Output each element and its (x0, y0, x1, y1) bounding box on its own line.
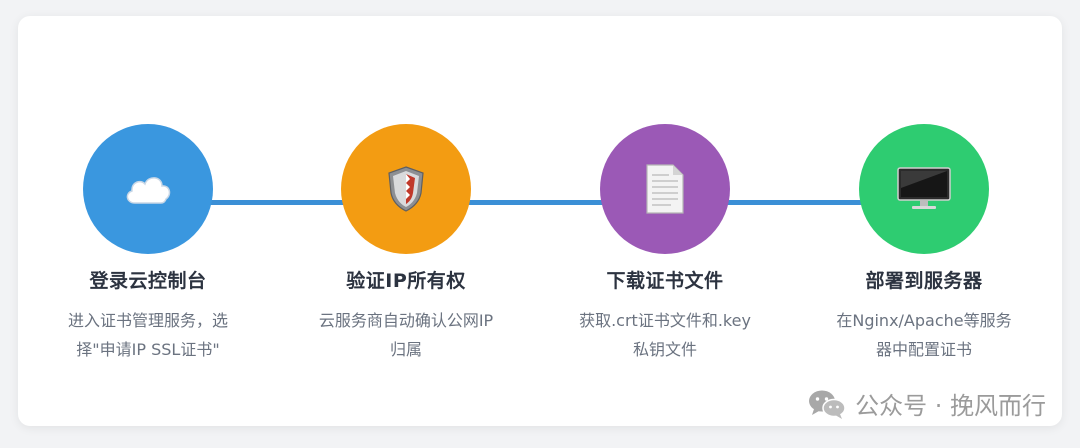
monitor-icon (897, 167, 951, 209)
step-3-desc: 获取.crt证书文件和.key私钥文件 (579, 311, 751, 359)
watermark-text: 公众号 · 挽风而行 (855, 392, 1046, 420)
watermark: 公众号 · 挽风而行 (807, 386, 1046, 421)
step-1-title: 登录云控制台 (89, 270, 207, 292)
step-4-circle (859, 124, 989, 254)
flow-card: 登录云控制台 进入证书管理服务，选择"申请IP SSL证书" 验证IP所有权 云… (18, 16, 1062, 426)
step-2-circle (341, 124, 471, 254)
document-icon (646, 164, 684, 214)
shield-icon (388, 166, 424, 212)
step-3-title: 下载证书文件 (606, 270, 724, 292)
step-2-title: 验证IP所有权 (346, 270, 466, 292)
step-1-desc: 进入证书管理服务，选择"申请IP SSL证书" (67, 311, 228, 359)
step-4-desc: 在Nginx/Apache等服务器中配置证书 (836, 311, 1012, 359)
flow-connector-line (153, 200, 963, 205)
step-3-circle (600, 124, 730, 254)
step-4-title: 部署到服务器 (865, 270, 983, 292)
wechat-icon (809, 390, 846, 419)
cloud-icon (126, 177, 171, 204)
step-2-desc: 云服务商自动确认公网IP归属 (318, 311, 494, 359)
step-1-circle (83, 124, 213, 254)
